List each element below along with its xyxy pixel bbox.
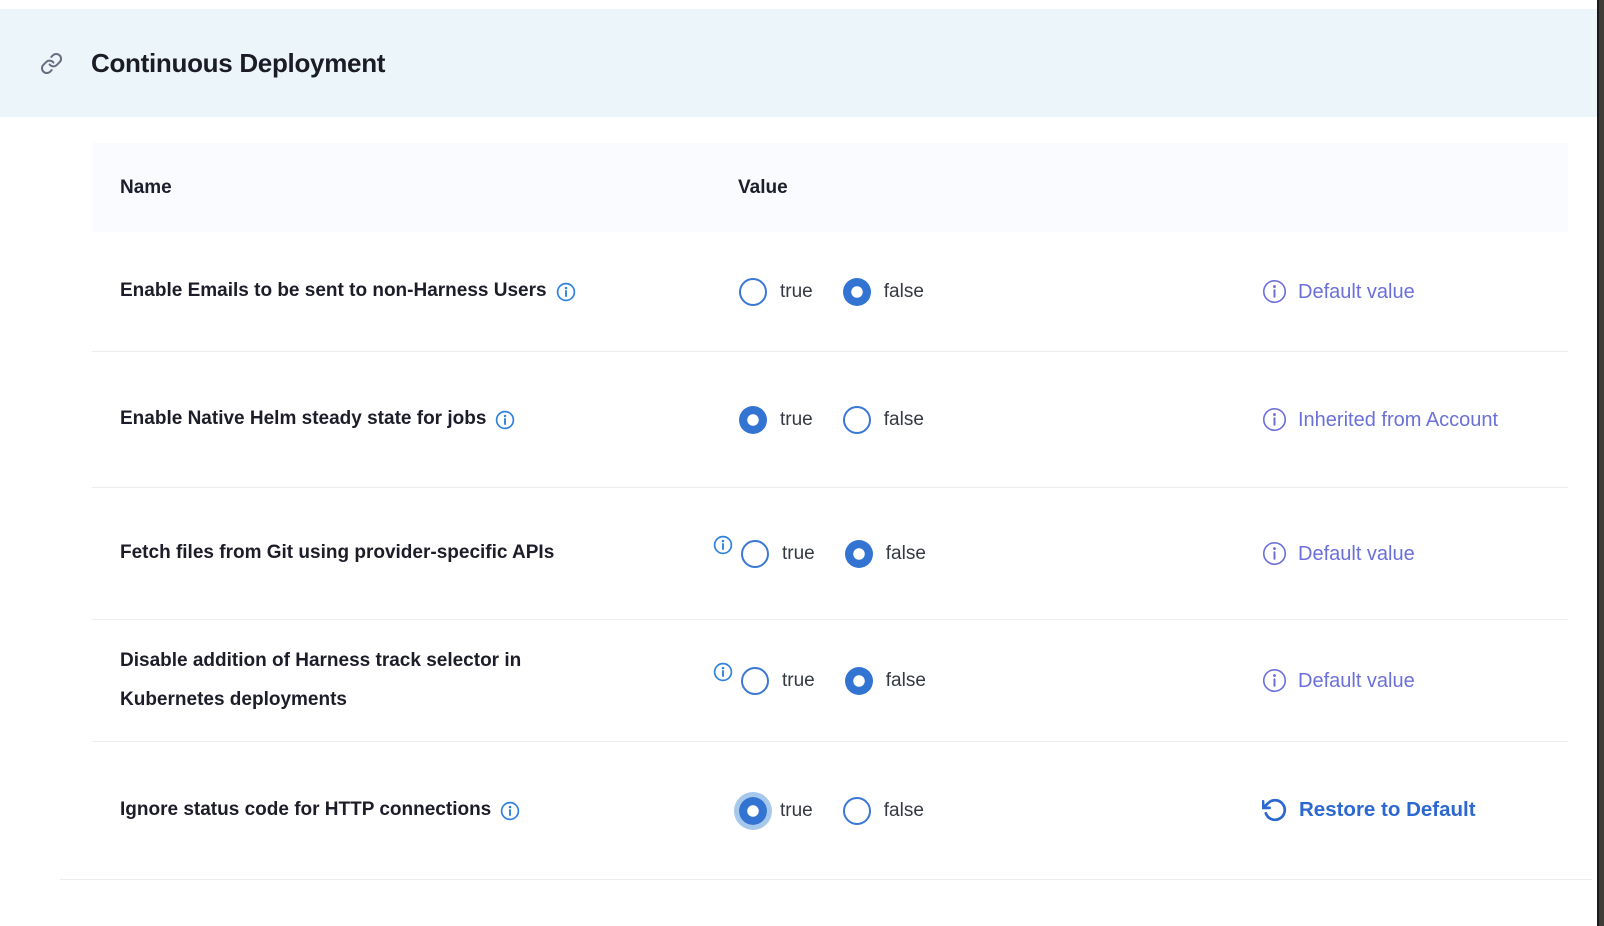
setting-name-cell: Enable Emails to be sent to non-Harness … — [92, 272, 705, 311]
radio-group: true false — [739, 278, 924, 306]
table-row: Ignore status code for HTTP connections … — [92, 741, 1568, 879]
status-text: Inherited from Account — [1298, 404, 1498, 436]
section-header: Continuous Deployment — [0, 9, 1604, 117]
setting-name-cell: Ignore status code for HTTP connections — [92, 791, 705, 830]
table-row: Enable Emails to be sent to non-Harness … — [92, 232, 1568, 351]
radio-true-label[interactable]: true — [780, 800, 813, 822]
setting-value-cell: true false — [705, 797, 1232, 825]
page-title: Continuous Deployment — [91, 48, 385, 79]
status-text: Default value — [1298, 665, 1415, 697]
radio-group: true false — [739, 797, 924, 825]
setting-name-cell: Disable addition of Harness track select… — [92, 642, 705, 720]
info-circle-icon[interactable] — [556, 282, 576, 302]
radio-true[interactable] — [739, 406, 767, 434]
radio-true-label[interactable]: true — [782, 543, 815, 565]
setting-value-cell: true false — [705, 667, 1232, 695]
setting-name: Disable addition of Harness track select… — [120, 642, 625, 720]
setting-value-cell: true false — [705, 278, 1232, 306]
info-circle-icon[interactable] — [1262, 541, 1287, 566]
radio-group: true false — [741, 540, 926, 568]
setting-value-cell: true false — [705, 406, 1232, 434]
radio-false[interactable] — [843, 278, 871, 306]
table-row: Enable Native Helm steady state for jobs… — [92, 351, 1568, 487]
status-text: Default value — [1298, 538, 1415, 570]
table-row: Disable addition of Harness track select… — [92, 619, 1568, 741]
column-header-name: Name — [92, 177, 705, 199]
radio-false-label[interactable]: false — [886, 670, 926, 692]
radio-true[interactable] — [739, 278, 767, 306]
table-body: Enable Emails to be sent to non-Harness … — [92, 232, 1568, 879]
radio-false-label[interactable]: false — [884, 800, 924, 822]
radio-true-label[interactable]: true — [780, 281, 813, 303]
radio-false[interactable] — [845, 540, 873, 568]
radio-false-label[interactable]: false — [884, 281, 924, 303]
info-circle-icon[interactable] — [1262, 279, 1287, 304]
setting-name: Enable Emails to be sent to non-Harness … — [120, 272, 547, 311]
radio-true-label[interactable]: true — [780, 409, 813, 431]
info-circle-icon[interactable] — [713, 662, 733, 682]
info-circle-icon[interactable] — [1262, 668, 1287, 693]
setting-name: Enable Native Helm steady state for jobs — [120, 400, 486, 439]
setting-status-cell: Default value — [1232, 538, 1568, 570]
setting-value-cell: true false — [705, 540, 1232, 568]
info-circle-icon[interactable] — [495, 410, 515, 430]
info-circle-icon[interactable] — [1262, 407, 1287, 432]
info-circle-icon[interactable] — [500, 801, 520, 821]
setting-status-cell: Default value — [1232, 665, 1568, 697]
radio-group: true false — [741, 667, 926, 695]
window-edge — [1597, 0, 1604, 926]
radio-true[interactable] — [741, 667, 769, 695]
radio-true[interactable] — [741, 540, 769, 568]
section-bottom-divider — [60, 879, 1592, 880]
restore-label: Restore to Default — [1299, 794, 1476, 827]
link-icon[interactable] — [40, 52, 63, 75]
column-header-value: Value — [705, 177, 1232, 199]
radio-false[interactable] — [845, 667, 873, 695]
setting-name-cell: Enable Native Helm steady state for jobs — [92, 400, 705, 439]
radio-false[interactable] — [843, 406, 871, 434]
restore-to-default-button[interactable]: Restore to Default — [1232, 794, 1568, 827]
setting-name: Ignore status code for HTTP connections — [120, 791, 491, 830]
table-row: Fetch files from Git using provider-spec… — [92, 487, 1568, 619]
radio-false-label[interactable]: false — [886, 543, 926, 565]
radio-true-label[interactable]: true — [782, 670, 815, 692]
radio-group: true false — [739, 406, 924, 434]
settings-table: Name Value Enable Emails to be sent to n… — [92, 143, 1568, 880]
setting-name-cell: Fetch files from Git using provider-spec… — [92, 534, 705, 573]
radio-false-label[interactable]: false — [884, 409, 924, 431]
setting-status-cell: Default value — [1232, 276, 1568, 308]
setting-name: Fetch files from Git using provider-spec… — [120, 534, 554, 573]
setting-status-cell: Inherited from Account — [1232, 404, 1568, 436]
status-text: Default value — [1298, 276, 1415, 308]
radio-false[interactable] — [843, 797, 871, 825]
info-circle-icon[interactable] — [713, 535, 733, 555]
radio-true[interactable] — [739, 797, 767, 825]
rotate-ccw-icon — [1262, 797, 1288, 823]
table-header-row: Name Value — [92, 143, 1568, 232]
